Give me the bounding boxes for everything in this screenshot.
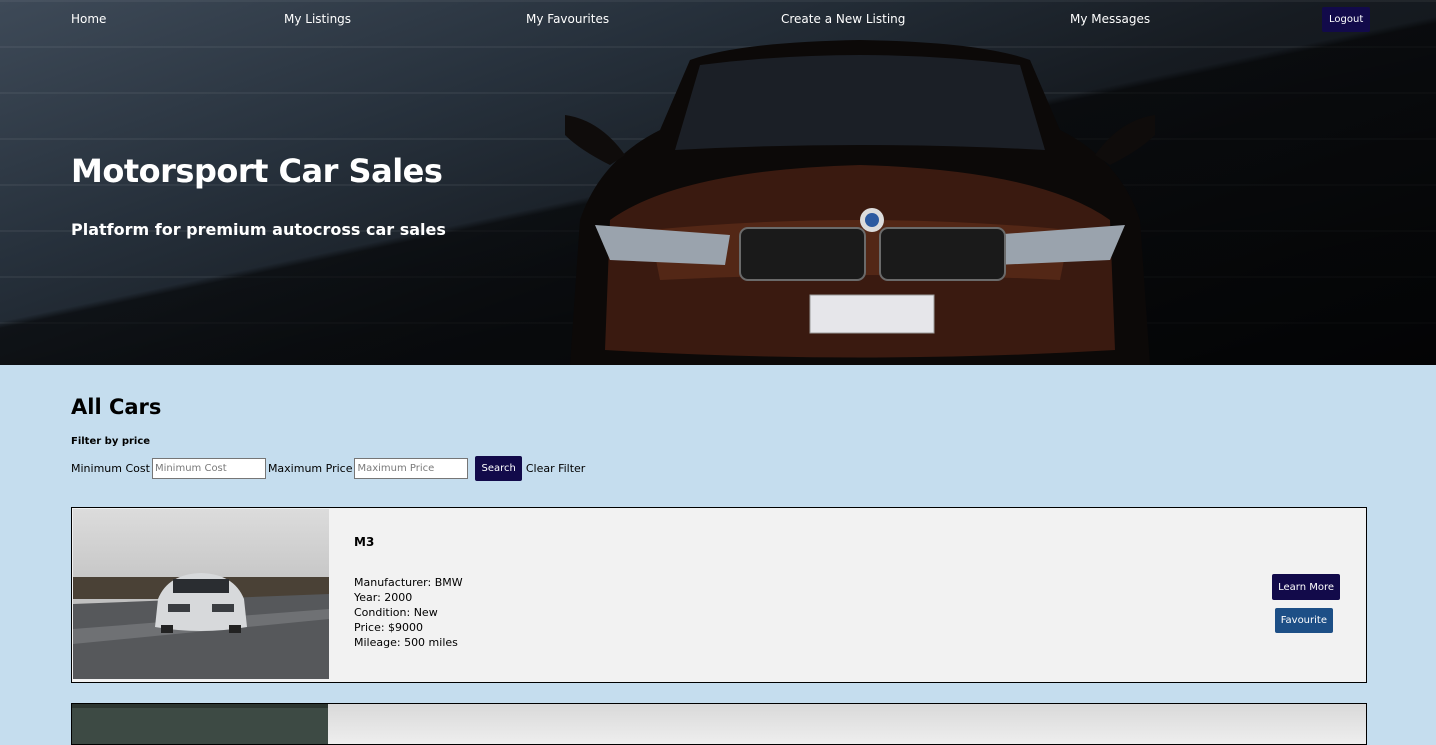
nav-my-favourites-link[interactable]: My Favourites (526, 12, 609, 26)
hero-title: Motorsport Car Sales (71, 152, 443, 190)
top-navigation: Home My Listings My Favourites Create a … (0, 0, 1436, 40)
learn-more-button[interactable]: Learn More (1272, 574, 1340, 600)
listing-car-photo-partial (72, 704, 328, 744)
listing-card-partial (71, 703, 1367, 745)
section-title: All Cars (71, 395, 162, 419)
hero-car-image (565, 40, 1155, 365)
clear-filter-link[interactable]: Clear Filter (526, 462, 586, 475)
listing-condition: Condition: New (354, 606, 438, 619)
max-price-input[interactable] (354, 458, 469, 479)
nav-create-listing-link[interactable]: Create a New Listing (781, 12, 905, 26)
hero-banner: Home My Listings My Favourites Create a … (0, 0, 1436, 365)
min-cost-input[interactable] (151, 458, 266, 479)
nav-my-listings-link[interactable]: My Listings (284, 12, 351, 26)
nav-my-messages-link[interactable]: My Messages (1070, 12, 1150, 26)
listing-price: Price: $9000 (354, 621, 424, 634)
listing-mileage: Mileage: 500 miles (354, 636, 458, 649)
price-filter-form: Minimum Cost Maximum Price Search Clear … (71, 456, 585, 481)
search-button[interactable]: Search (475, 456, 522, 481)
listing-manufacturer: Manufacturer: BMW (354, 576, 463, 589)
listing-details: M3 Manufacturer: BMW Year: 2000 Conditio… (329, 508, 1366, 682)
listing-year: Year: 2000 (354, 591, 413, 604)
min-cost-label: Minimum Cost (71, 462, 150, 475)
listing-card: M3 Manufacturer: BMW Year: 2000 Conditio… (71, 507, 1367, 683)
filter-label: Filter by price (71, 436, 151, 447)
logout-button[interactable]: Logout (1322, 7, 1371, 32)
listing-car-photo (73, 509, 329, 679)
favourite-button[interactable]: Favourite (1274, 608, 1333, 633)
listing-model: M3 (354, 535, 375, 549)
hero-subtitle: Platform for premium autocross car sales (71, 220, 446, 239)
max-price-label: Maximum Price (267, 462, 353, 475)
nav-home-link[interactable]: Home (71, 12, 106, 26)
